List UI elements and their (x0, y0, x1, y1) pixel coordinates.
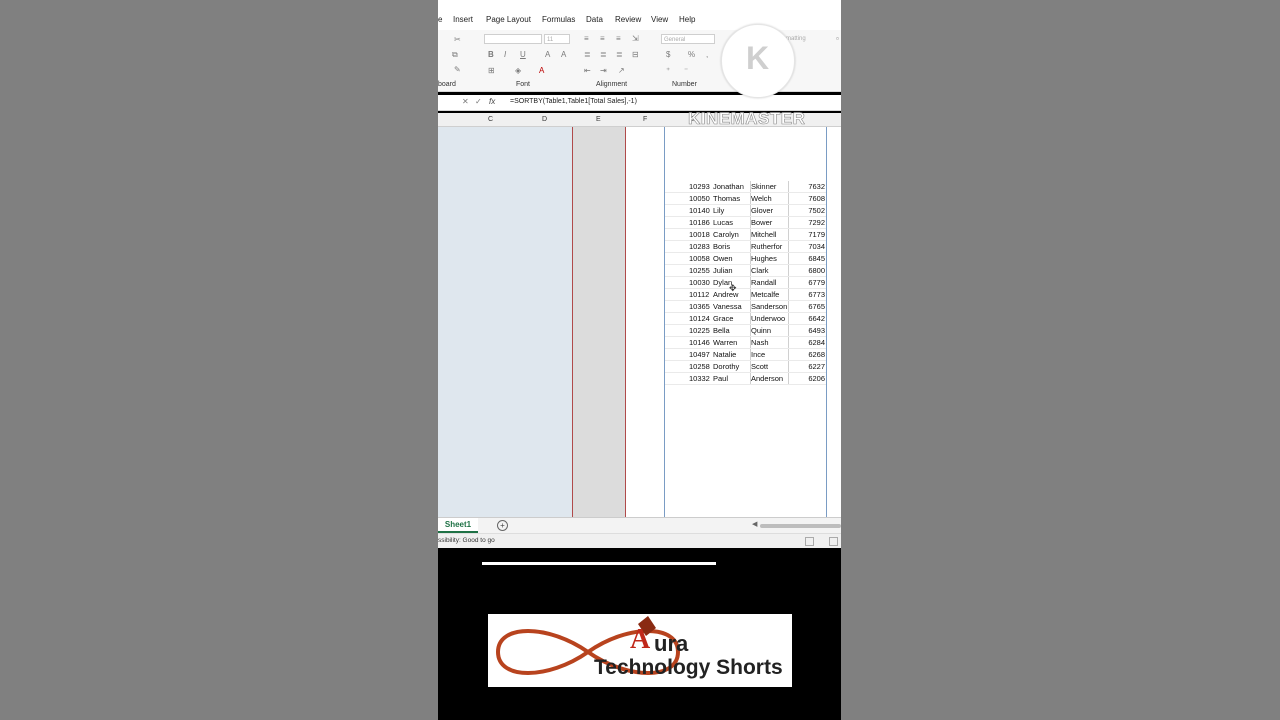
group-alignment-label: Alignment (596, 81, 628, 88)
table-row[interactable]: 10255 Julian Clark 6800 (665, 265, 826, 277)
column-header-f[interactable]: F (643, 116, 647, 123)
group-font-label: Font (516, 81, 531, 88)
increase-font-icon[interactable]: A (545, 50, 550, 59)
table-row[interactable]: 10140 Lily Glover 7502 (665, 205, 826, 217)
fx-icon[interactable]: fx (489, 97, 495, 106)
table-row[interactable]: 10186 Lucas Bower 7292 (665, 217, 826, 229)
column-header-c[interactable]: C (488, 116, 493, 123)
orientation-icon[interactable]: ↗ (618, 66, 625, 75)
font-size-combo[interactable]: 11 (544, 34, 570, 44)
table-row[interactable]: 10497 Natalie Ince 6268 (665, 349, 826, 361)
fill-color-icon[interactable]: ◈ (515, 66, 521, 75)
format-painter-icon[interactable]: ✎ (454, 65, 461, 74)
align-bottom-icon[interactable]: ≡ (616, 34, 621, 43)
table-row[interactable]: 10058 Owen Hughes 6845 (665, 253, 826, 265)
font-name-combo[interactable] (484, 34, 542, 44)
normal-view-icon[interactable] (805, 537, 814, 546)
table-row[interactable]: 10018 Carolyn Mitchell 7179 (665, 229, 826, 241)
cut-icon[interactable]: ✂ (454, 35, 461, 44)
scroll-left-icon[interactable]: ◀ (752, 520, 757, 528)
ribbon-tab-bar: e Insert Page Layout Formulas Data Revie… (438, 0, 841, 30)
move-cursor-icon: ✥ (729, 283, 737, 293)
percent-icon[interactable]: % (688, 50, 695, 59)
shaded-column-e (572, 127, 626, 517)
tab-help[interactable]: Help (679, 15, 695, 24)
enter-icon[interactable]: ✓ (475, 97, 482, 106)
table-row[interactable]: 10258 Dorothy Scott 6227 (665, 361, 826, 373)
video-frame: e Insert Page Layout Formulas Data Revie… (438, 0, 841, 720)
table-row[interactable]: 10365 Vanessa Sanderson 6765 (665, 301, 826, 313)
column-header-e[interactable]: E (596, 116, 601, 123)
decrease-decimal-icon[interactable]: ⁻ (684, 66, 688, 75)
align-right-icon[interactable]: ≣ (616, 50, 623, 59)
progress-line (482, 562, 716, 565)
borders-icon[interactable]: ⊞ (488, 66, 495, 75)
table-row[interactable]: 10030 Dylan Randall 6779 (665, 277, 826, 289)
table-row[interactable]: 10050 Thomas Welch 7608 (665, 193, 826, 205)
underline-icon[interactable]: U (520, 50, 526, 59)
merge-icon[interactable]: ⊟ (632, 50, 639, 59)
horizontal-scrollbar[interactable] (760, 524, 841, 528)
align-top-icon[interactable]: ≡ (584, 34, 589, 43)
currency-icon[interactable]: $ (666, 50, 670, 59)
group-number-label: Number (672, 81, 697, 88)
kinemaster-k-icon: K (746, 40, 770, 76)
group-clipboard-label: board (438, 81, 456, 88)
italic-icon[interactable]: I (504, 50, 506, 59)
page-layout-view-icon[interactable] (829, 537, 838, 546)
align-left-icon[interactable]: ≣ (584, 50, 591, 59)
align-center-icon[interactable]: ≣ (600, 50, 607, 59)
sorted-table: 10293 Jonathan Skinner 7632 10050 Thomas Welc… (665, 181, 826, 385)
align-middle-icon[interactable]: ≡ (600, 34, 605, 43)
column-header-d[interactable]: D (542, 116, 547, 123)
column-f (626, 127, 664, 517)
comma-icon[interactable]: , (706, 50, 708, 59)
tab-page-layout[interactable]: Page Layout (486, 15, 531, 24)
tab-review[interactable]: Review (615, 15, 641, 24)
styles-icon[interactable]: ▫ (836, 34, 839, 43)
aura-technology-logo: A ura Technology Shorts (488, 614, 792, 687)
wrap-text-icon[interactable]: ⇲ (632, 34, 639, 43)
logo-line1: ura (654, 631, 689, 656)
indent-icon[interactable]: ⇤ (584, 66, 591, 75)
table-row[interactable]: 10293 Jonathan Skinner 7632 (665, 181, 826, 193)
formula-input[interactable]: =SORTBY(Table1,Table1[Total Sales],-1) (510, 98, 637, 105)
table-row[interactable]: 10112 Andrew Metcalfe 6773 (665, 289, 826, 301)
tab-insert[interactable]: Insert (453, 15, 473, 24)
add-sheet-icon[interactable]: + (497, 520, 508, 531)
tab-formulas[interactable]: Formulas (542, 15, 575, 24)
decrease-font-icon[interactable]: A (561, 50, 566, 59)
copy-icon[interactable]: ⧉ (452, 50, 458, 60)
sheet-tab[interactable]: Sheet1 (438, 518, 478, 533)
table-row[interactable]: 10225 Bella Quinn 6493 (665, 325, 826, 337)
number-format-combo[interactable]: General (661, 34, 715, 44)
table-row[interactable]: 10124 Grace Underwoo 6642 (665, 313, 826, 325)
font-color-icon[interactable]: A (539, 66, 544, 75)
tab-file[interactable]: e (438, 15, 442, 24)
outdent-icon[interactable]: ⇥ (600, 66, 607, 75)
increase-decimal-icon[interactable]: ⁺ (666, 66, 670, 75)
table-row[interactable]: 10283 Boris Rutherfor 7034 (665, 241, 826, 253)
cancel-icon[interactable]: ✕ (462, 97, 469, 106)
table-row[interactable]: 10332 Paul Anderson 6206 (665, 373, 826, 385)
bold-icon[interactable]: B (488, 50, 494, 59)
logo-a-letter: A (630, 624, 651, 655)
logo-line2: Technology Shorts (594, 656, 783, 679)
tab-data[interactable]: Data (586, 15, 603, 24)
kinemaster-watermark: KINEMASTER (688, 109, 806, 129)
status-bar: ssibility: Good to go (438, 533, 841, 548)
shaded-columns-c-d (438, 127, 572, 517)
sheet-tab-bar: Sheet1 + ◀ (438, 517, 841, 533)
kinemaster-logo-icon: K (721, 24, 795, 98)
tab-view[interactable]: View (651, 15, 668, 24)
table-row[interactable]: 10146 Warren Nash 6284 (665, 337, 826, 349)
accessibility-status[interactable]: ssibility: Good to go (438, 537, 495, 544)
